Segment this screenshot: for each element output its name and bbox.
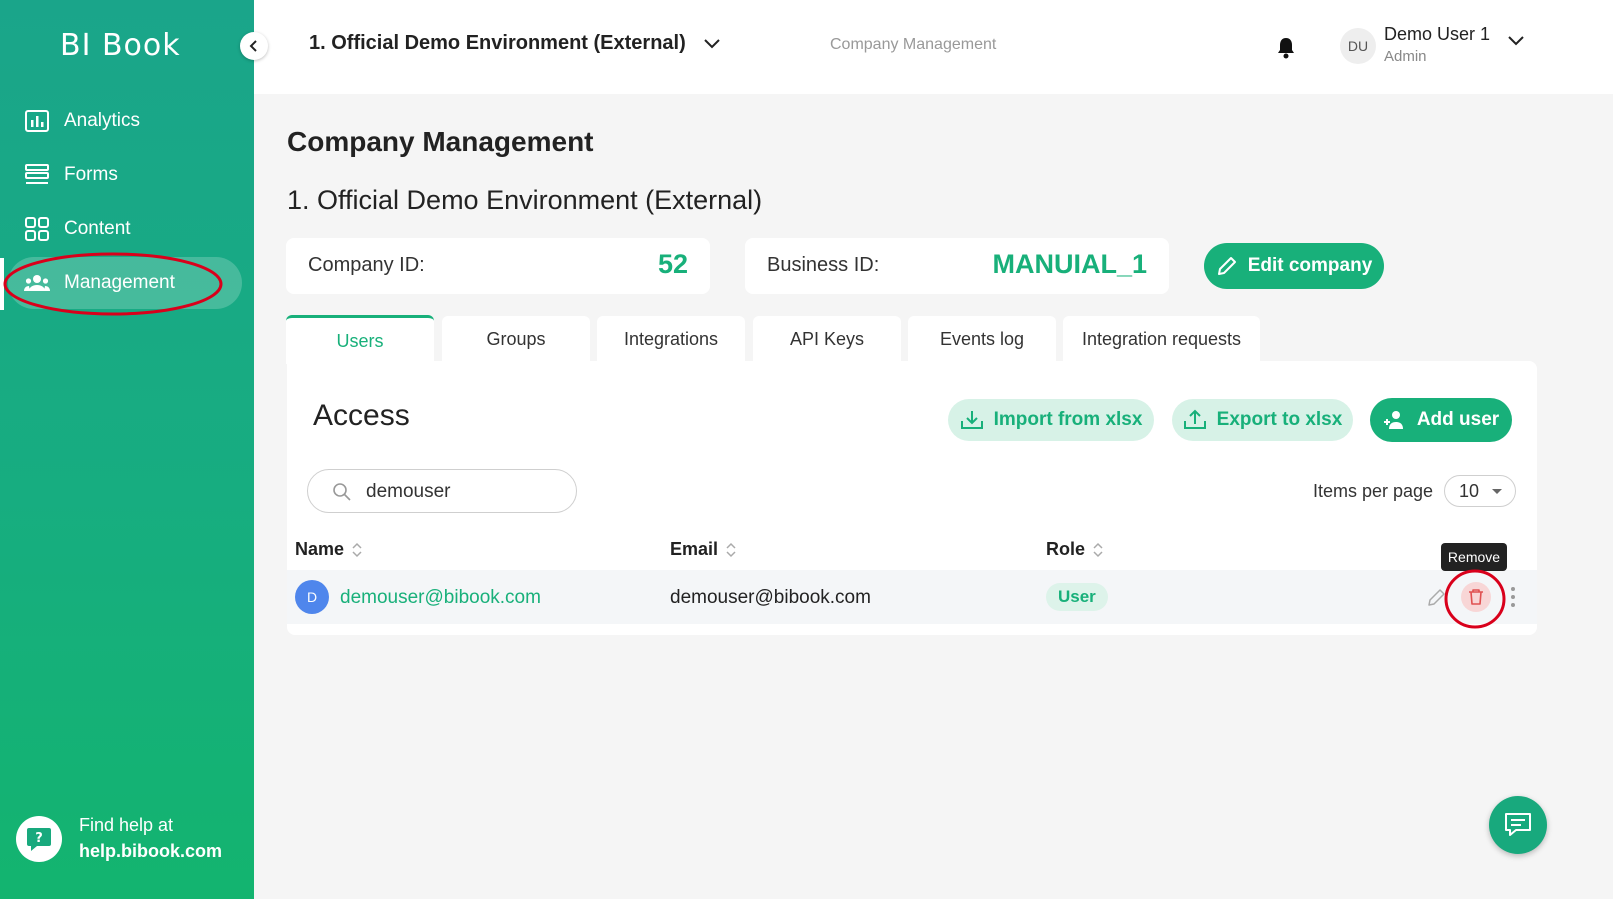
user-name-link[interactable]: demouser@bibook.com — [340, 587, 541, 609]
trash-icon — [1469, 589, 1483, 605]
caret-down-icon — [1492, 489, 1502, 494]
items-per-page-label: Items per page — [1313, 481, 1434, 501]
environment-name: 1. Official Demo Environment (External) — [309, 32, 686, 54]
top-header: 1. Official Demo Environment (External) … — [254, 0, 1613, 94]
business-id-card: Business ID: MANUIAL_1 — [745, 238, 1169, 294]
import-xlsx-button[interactable]: Import from xlsx — [948, 399, 1154, 441]
role-badge: User — [1046, 583, 1108, 611]
import-icon — [960, 411, 983, 429]
business-id-value: MANUIAL_1 — [992, 249, 1147, 279]
add-user-icon — [1383, 411, 1403, 429]
svg-text:?: ? — [35, 831, 43, 846]
breadcrumb: Company Management — [830, 36, 997, 53]
sidebar-item-management[interactable]: Management — [8, 257, 242, 309]
access-panel: Access Import from xlsx Export to xlsx A… — [287, 361, 1537, 635]
tab-integration-requests[interactable]: Integration requests — [1063, 316, 1260, 362]
management-icon — [24, 275, 50, 291]
analytics-icon — [25, 110, 49, 132]
search-icon — [333, 483, 351, 501]
chat-button[interactable] — [1489, 796, 1547, 854]
access-title: Access — [313, 399, 410, 432]
search-box — [307, 469, 577, 513]
sort-icon — [1093, 542, 1103, 557]
sidebar-item-label: Forms — [64, 164, 118, 185]
column-name-label: Name — [295, 539, 345, 559]
export-xlsx-button[interactable]: Export to xlsx — [1172, 399, 1353, 441]
help-url[interactable]: help.bibook.com — [79, 838, 222, 864]
help-text-line1: Find help at — [79, 815, 174, 835]
edit-company-button[interactable]: Edit company — [1204, 243, 1384, 289]
tab-integrations[interactable]: Integrations — [597, 316, 745, 362]
chat-icon — [1505, 813, 1531, 836]
help-link[interactable]: ? Find help at help.bibook.com — [16, 812, 246, 872]
column-header-role[interactable]: Role — [1046, 539, 1103, 560]
pencil-icon[interactable] — [1427, 587, 1447, 607]
user-name[interactable]: Demo User 1 — [1384, 24, 1490, 45]
add-user-button[interactable]: Add user — [1370, 398, 1512, 442]
chevron-left-icon — [249, 40, 257, 52]
user-email: demouser@bibook.com — [670, 587, 871, 608]
sort-icon — [352, 542, 362, 557]
company-id-label: Company ID: — [308, 254, 425, 276]
forms-icon — [25, 164, 49, 184]
bell-icon[interactable] — [1274, 36, 1298, 60]
page-title: Company Management — [287, 126, 594, 157]
sidebar-item-label: Management — [64, 272, 175, 293]
edit-company-label: Edit company — [1247, 255, 1373, 276]
items-per-page-select[interactable]: 10 — [1444, 475, 1516, 507]
tab-users[interactable]: Users — [286, 315, 434, 364]
column-header-email[interactable]: Email — [670, 539, 736, 560]
sidebar-item-label: Analytics — [64, 110, 141, 131]
sidebar-collapse-button[interactable] — [240, 32, 268, 60]
user-avatar[interactable]: DU — [1340, 28, 1376, 64]
tab-api-keys[interactable]: API Keys — [753, 316, 901, 362]
search-input[interactable] — [364, 478, 568, 506]
export-label: Export to xlsx — [1216, 409, 1343, 430]
table-row: D demouser@bibook.com demouser@bibook.co… — [287, 570, 1537, 624]
column-role-label: Role — [1046, 539, 1086, 559]
chevron-down-icon — [704, 38, 720, 48]
sidebar-item-forms[interactable]: Forms — [8, 149, 242, 201]
sidebar: BI Book Analytics Forms Content Manageme… — [0, 0, 254, 899]
export-icon — [1183, 409, 1206, 429]
column-header-name[interactable]: Name — [295, 539, 362, 560]
column-email-label: Email — [670, 539, 719, 559]
remove-user-button[interactable] — [1461, 582, 1491, 612]
chevron-down-icon[interactable] — [1508, 36, 1524, 46]
remove-tooltip: Remove — [1441, 543, 1507, 571]
add-user-label: Add user — [1416, 409, 1500, 430]
company-id-card: Company ID: 52 — [286, 238, 710, 294]
user-role: Admin — [1384, 48, 1427, 65]
help-chat-icon: ? — [16, 816, 62, 862]
import-label: Import from xlsx — [993, 409, 1143, 430]
sidebar-item-analytics[interactable]: Analytics — [8, 95, 242, 147]
sidebar-item-label: Content — [64, 218, 131, 239]
items-per-page-value: 10 — [1459, 481, 1480, 501]
business-id-label: Business ID: — [767, 254, 880, 276]
tab-events-log[interactable]: Events log — [908, 316, 1056, 362]
company-id-value: 52 — [657, 249, 688, 279]
tab-groups[interactable]: Groups — [442, 316, 590, 362]
environment-subtitle: 1. Official Demo Environment (External) — [287, 185, 763, 215]
pencil-icon — [1217, 257, 1236, 275]
sidebar-item-content[interactable]: Content — [8, 203, 242, 255]
environment-selector[interactable]: 1. Official Demo Environment (External) — [309, 32, 720, 55]
sort-icon — [726, 542, 736, 557]
avatar: D — [295, 580, 329, 614]
active-indicator — [0, 258, 4, 310]
content-icon — [25, 217, 49, 241]
more-vertical-icon[interactable] — [1509, 586, 1517, 608]
app-logo[interactable]: BI Book — [60, 28, 181, 63]
